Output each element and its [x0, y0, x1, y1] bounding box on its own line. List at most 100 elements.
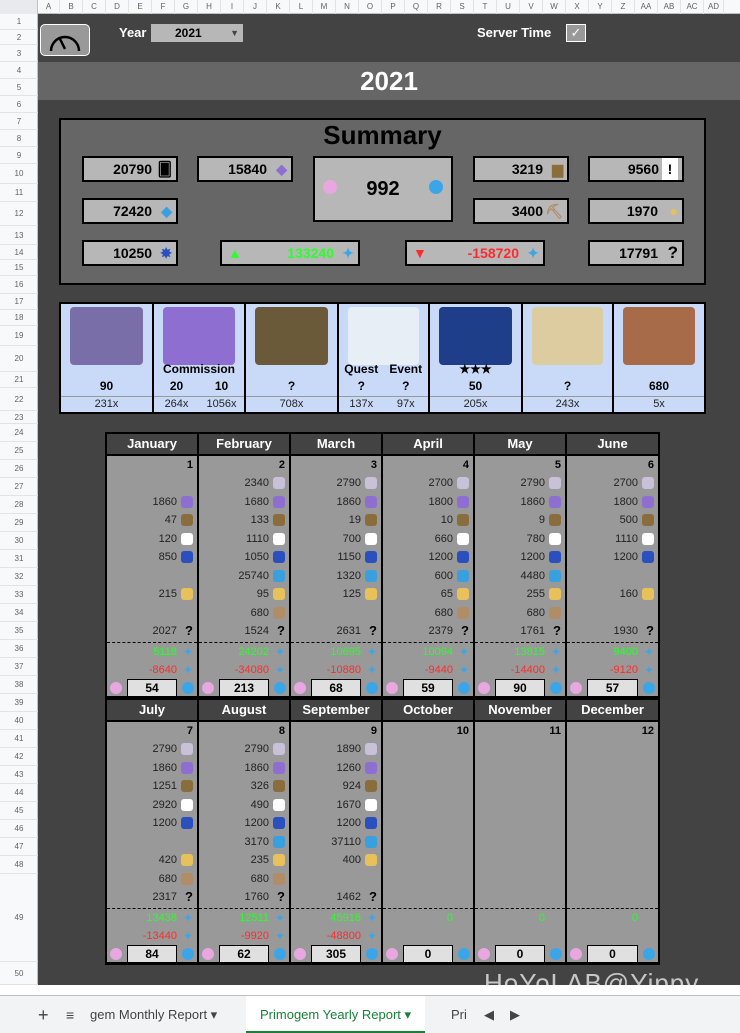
row-header[interactable]: 9: [0, 147, 38, 164]
month-expense: [383, 927, 473, 945]
column-header[interactable]: R: [428, 0, 451, 14]
row-header[interactable]: 48: [0, 856, 38, 874]
row-header[interactable]: 12: [0, 202, 38, 226]
row-header[interactable]: 49: [0, 874, 38, 962]
scroll-right-icon[interactable]: ▶: [510, 996, 520, 1033]
column-header[interactable]: X: [566, 0, 589, 14]
tab-third[interactable]: Pri: [451, 996, 467, 1033]
row-header[interactable]: 36: [0, 640, 38, 658]
row-header[interactable]: 50: [0, 962, 38, 985]
all-sheets-menu-icon[interactable]: ≡: [66, 996, 74, 1033]
column-header[interactable]: L: [290, 0, 313, 14]
column-header[interactable]: D: [106, 0, 129, 14]
row-header[interactable]: 32: [0, 568, 38, 586]
row-header[interactable]: 30: [0, 532, 38, 550]
row-header[interactable]: 3: [0, 45, 38, 62]
column-header[interactable]: Q: [405, 0, 428, 14]
column-header[interactable]: F: [152, 0, 175, 14]
row-header[interactable]: 40: [0, 712, 38, 730]
select-all-corner[interactable]: [0, 0, 38, 14]
row-header[interactable]: 27: [0, 478, 38, 496]
row-header[interactable]: 35: [0, 622, 38, 640]
server-time-checkbox[interactable]: ✓: [566, 24, 586, 42]
question-icon: [457, 891, 469, 903]
row-header[interactable]: 11: [0, 184, 38, 202]
row-header[interactable]: 22: [0, 388, 38, 411]
fate-icon: [457, 743, 469, 755]
row-header[interactable]: 28: [0, 496, 38, 514]
column-header[interactable]: AD: [704, 0, 724, 14]
column-header[interactable]: Y: [589, 0, 612, 14]
row-header[interactable]: 44: [0, 784, 38, 802]
column-header[interactable]: H: [198, 0, 221, 14]
row-header[interactable]: 31: [0, 550, 38, 568]
column-header[interactable]: T: [474, 0, 497, 14]
row-header[interactable]: 6: [0, 96, 38, 113]
column-header[interactable]: AA: [635, 0, 658, 14]
row-header[interactable]: 1: [0, 14, 38, 30]
add-sheet-icon[interactable]: +: [38, 996, 49, 1033]
row-header[interactable]: 42: [0, 748, 38, 766]
row-header[interactable]: 24: [0, 424, 38, 442]
column-header[interactable]: U: [497, 0, 520, 14]
column-header[interactable]: O: [359, 0, 382, 14]
row-header[interactable]: 39: [0, 694, 38, 712]
column-header[interactable]: I: [221, 0, 244, 14]
row-header[interactable]: 10: [0, 164, 38, 184]
row-header[interactable]: 26: [0, 460, 38, 478]
row-header[interactable]: 5: [0, 79, 38, 96]
row-header[interactable]: 29: [0, 514, 38, 532]
column-header[interactable]: J: [244, 0, 267, 14]
year-select[interactable]: 2021 ▼: [151, 24, 243, 42]
row-header[interactable]: 41: [0, 730, 38, 748]
column-header[interactable]: V: [520, 0, 543, 14]
row-header[interactable]: 23: [0, 411, 38, 424]
row-header[interactable]: 19: [0, 326, 38, 346]
dashboard-gauge-icon[interactable]: [40, 24, 90, 56]
column-header[interactable]: N: [336, 0, 359, 14]
row-header[interactable]: 47: [0, 838, 38, 856]
month-income: 12511 ✦: [199, 909, 289, 927]
abyss-icon: [457, 817, 469, 829]
row-header[interactable]: 17: [0, 294, 38, 310]
row-header[interactable]: 4: [0, 62, 38, 79]
row-header[interactable]: 34: [0, 604, 38, 622]
row-header[interactable]: 20: [0, 346, 38, 372]
column-header[interactable]: W: [543, 0, 566, 14]
row-header[interactable]: 38: [0, 676, 38, 694]
row-header[interactable]: 18: [0, 310, 38, 326]
column-header[interactable]: S: [451, 0, 474, 14]
month-row: 600: [383, 567, 473, 585]
row-header[interactable]: 8: [0, 130, 38, 147]
column-header[interactable]: A: [38, 0, 60, 14]
month-expense: -9440 ✦: [383, 661, 473, 679]
fate-icon: [549, 477, 561, 489]
column-header[interactable]: E: [129, 0, 152, 14]
column-header[interactable]: B: [60, 0, 83, 14]
column-header[interactable]: AC: [681, 0, 704, 14]
row-header[interactable]: 37: [0, 658, 38, 676]
row-header[interactable]: 15: [0, 260, 38, 276]
row-header[interactable]: 43: [0, 766, 38, 784]
tab-monthly-report[interactable]: gem Monthly Report ▾: [90, 996, 217, 1033]
row-header[interactable]: 46: [0, 820, 38, 838]
column-header[interactable]: M: [313, 0, 336, 14]
row-header[interactable]: 14: [0, 245, 38, 260]
row-header[interactable]: 21: [0, 372, 38, 388]
row-header[interactable]: 25: [0, 442, 38, 460]
tab-yearly-report[interactable]: Primogem Yearly Report ▾: [246, 996, 426, 1033]
row-header[interactable]: 33: [0, 586, 38, 604]
column-header[interactable]: AB: [658, 0, 681, 14]
row-header[interactable]: 16: [0, 276, 38, 294]
column-header[interactable]: C: [83, 0, 106, 14]
row-header[interactable]: 7: [0, 113, 38, 130]
column-header[interactable]: P: [382, 0, 405, 14]
row-header[interactable]: 2: [0, 30, 38, 45]
column-header[interactable]: K: [267, 0, 290, 14]
column-header[interactable]: Z: [612, 0, 635, 14]
column-header[interactable]: G: [175, 0, 198, 14]
month-row-value: 680: [250, 606, 269, 619]
scroll-left-icon[interactable]: ◀: [484, 996, 494, 1033]
row-header[interactable]: 13: [0, 226, 38, 245]
row-header[interactable]: 45: [0, 802, 38, 820]
